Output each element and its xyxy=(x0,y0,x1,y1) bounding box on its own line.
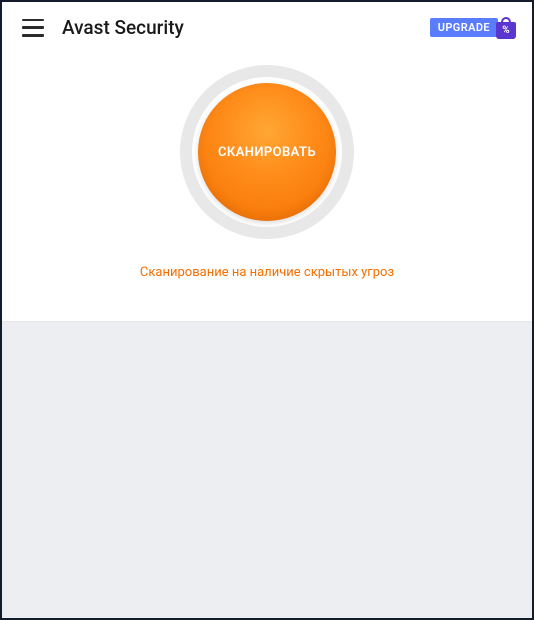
upgrade-button[interactable]: UPGRADE xyxy=(430,18,498,37)
app-title: Avast Security xyxy=(62,16,184,39)
scan-area: СКАНИРОВАТЬ Сканирование на наличие скры… xyxy=(2,49,532,321)
header-bar: Avast Security UPGRADE % xyxy=(2,2,532,49)
scan-button[interactable]: СКАНИРОВАТЬ xyxy=(198,83,336,221)
menu-icon[interactable] xyxy=(22,19,44,37)
scan-button-label: СКАНИРОВАТЬ xyxy=(218,145,316,160)
app-frame: Avast Security UPGRADE % СКАНИРОВАТЬ Ска… xyxy=(0,0,534,620)
bag-percent-label: % xyxy=(502,25,509,36)
shopping-bag-icon[interactable]: % xyxy=(496,17,516,39)
upgrade-group: UPGRADE % xyxy=(430,17,516,39)
top-panel: Avast Security UPGRADE % СКАНИРОВАТЬ Ска… xyxy=(2,2,532,322)
scan-ring: СКАНИРОВАТЬ xyxy=(180,65,354,239)
bottom-empty-panel xyxy=(2,322,532,618)
scan-caption: Сканирование на наличие скрытых угроз xyxy=(140,265,394,280)
